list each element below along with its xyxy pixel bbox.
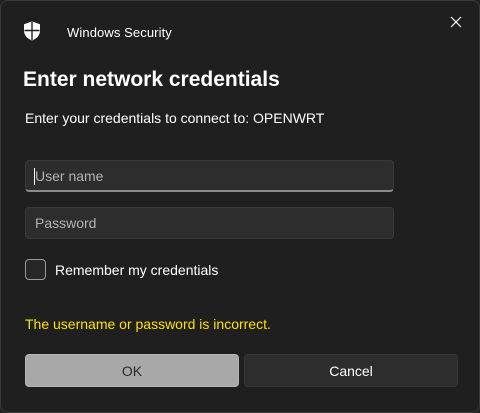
username-input[interactable] [25,160,394,192]
remember-credentials-label: Remember my credentials [55,261,219,278]
shield-icon [23,21,41,41]
close-icon [450,15,462,33]
credentials-dialog: Windows Security Enter network credentia… [0,0,480,413]
dialog-heading: Enter network credentials [23,68,280,91]
close-button[interactable] [441,9,471,39]
title-bar: Windows Security [1,1,479,61]
error-message: The username or password is incorrect. [25,316,271,332]
checkbox-box[interactable] [25,259,46,280]
text-caret [34,168,35,185]
remember-credentials-checkbox[interactable]: Remember my credentials [25,259,218,280]
window-title: Windows Security [67,25,172,40]
cancel-button[interactable]: Cancel [244,354,458,387]
ok-button[interactable]: OK [25,354,239,387]
password-input[interactable] [25,207,394,239]
connection-prompt: Enter your credentials to connect to: OP… [25,110,325,126]
